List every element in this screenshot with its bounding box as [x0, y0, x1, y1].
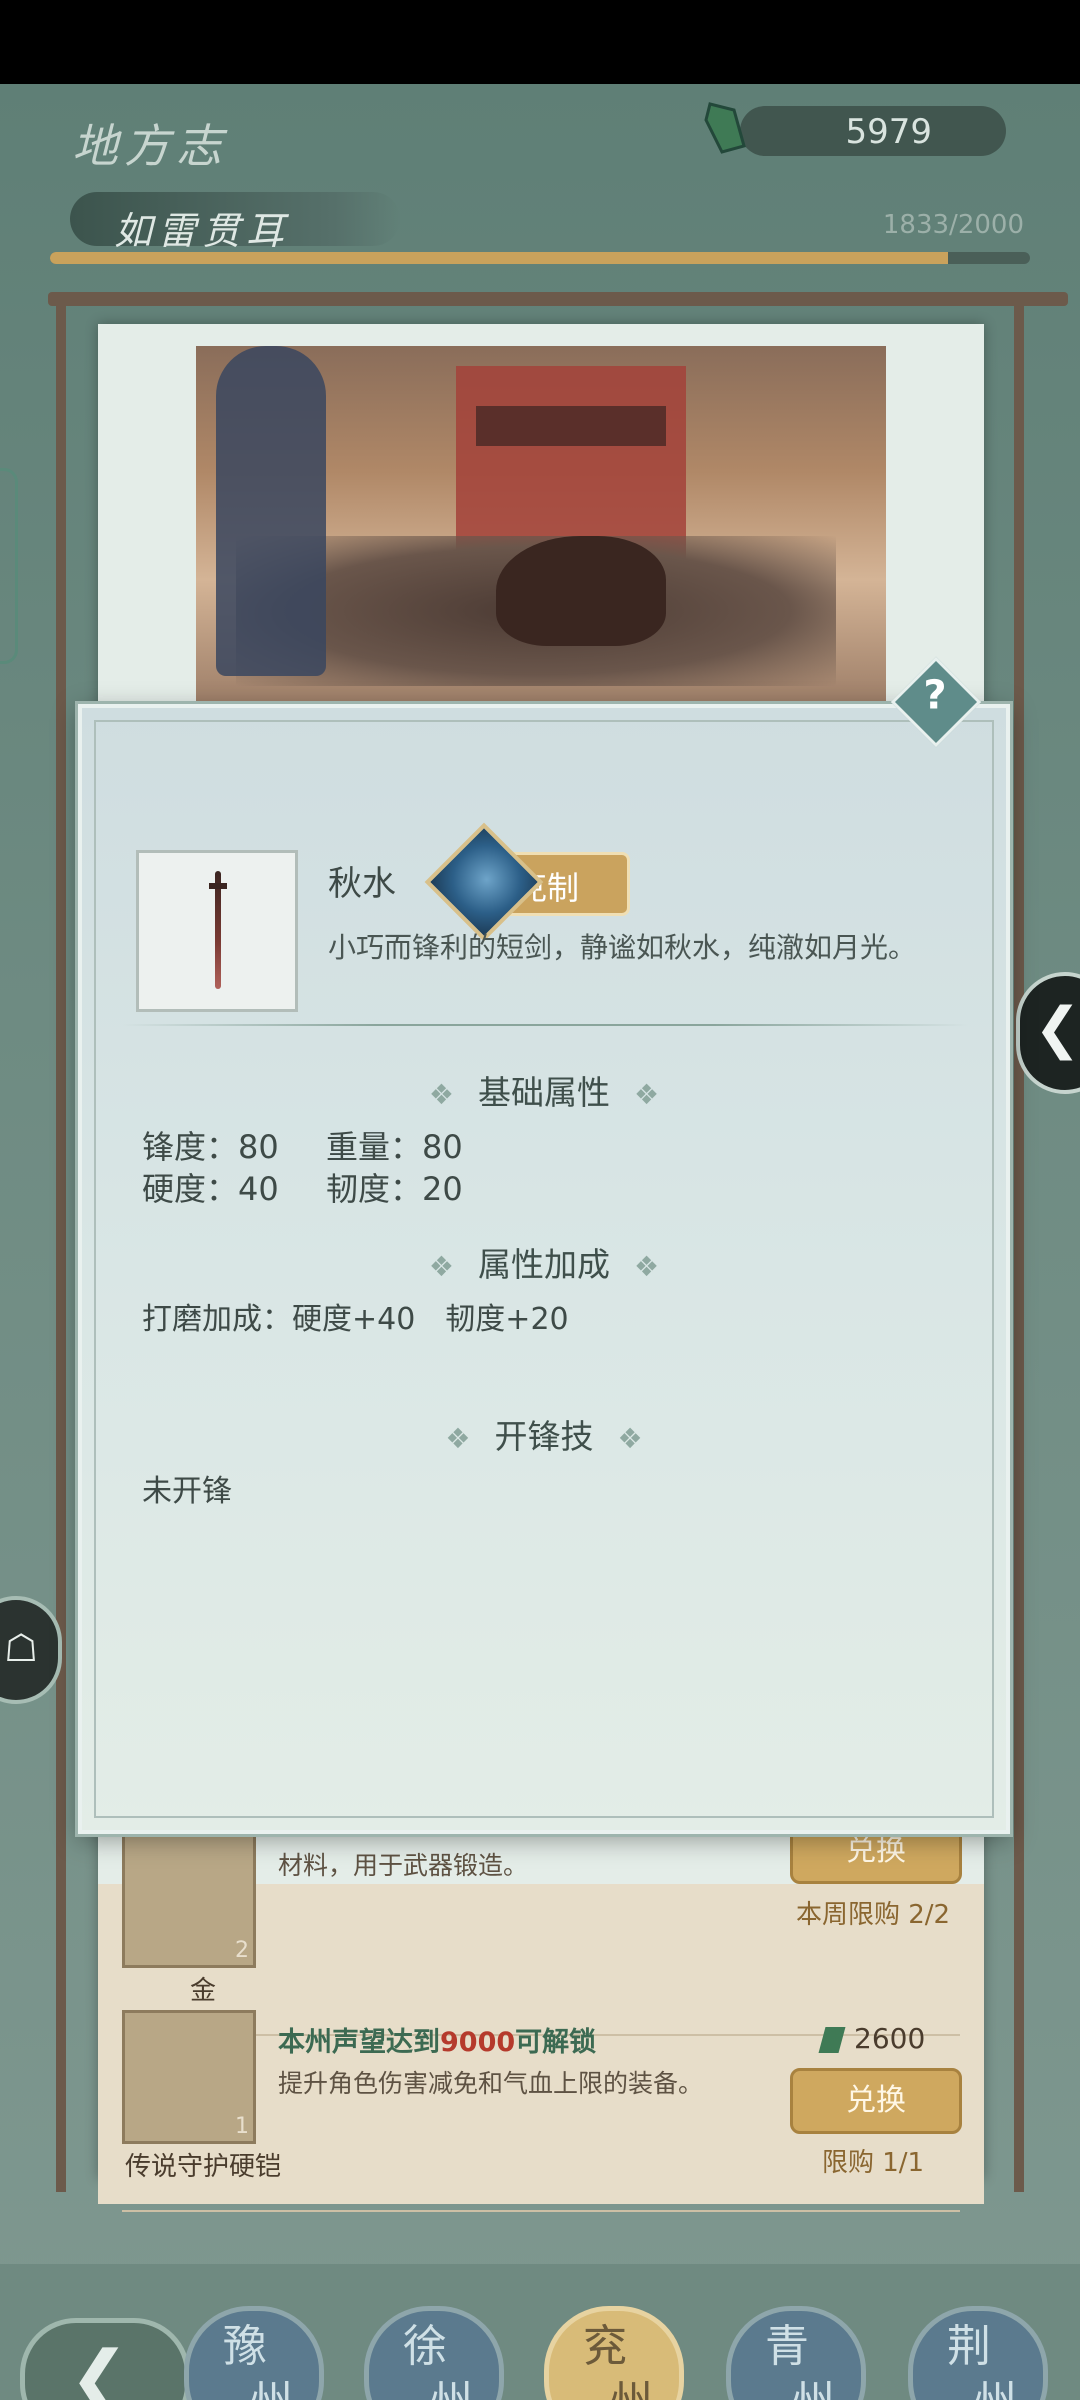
stat-weight: 重量：80 [326, 1128, 463, 1166]
divider [122, 1024, 968, 1026]
ornament-icon: ❖ [445, 1422, 471, 1455]
status-bar [0, 0, 1080, 84]
skill-text: 未开锋 [142, 1474, 232, 1509]
stat-hardness: 硬度：40 [142, 1170, 279, 1208]
item-description: 小巧而锋利的短剑，静谧如秋水，纯澈如月光。 [328, 931, 917, 964]
section-attribute-bonus: ❖ 属性加成 ❖ [82, 1238, 1006, 1286]
item-detail-modal: ? 秋水 克制 小巧而锋利的短剑，静谧如秋水，纯澈如月光。 ❖ 基础属性 ❖ 锋度：… [78, 656, 1010, 1834]
ornament-icon: ❖ [428, 1250, 454, 1283]
stat-toughness: 韧度：20 [326, 1170, 463, 1208]
section-basic-attributes: ❖ 基础属性 ❖ [82, 1066, 1006, 1114]
ornament-icon: ❖ [617, 1422, 643, 1455]
stat-sharpness: 锋度：80 [142, 1128, 279, 1166]
item-title: 秋水 [328, 864, 396, 904]
question-icon: ? [923, 672, 947, 719]
bonus-text: 打磨加成：硬度+40 韧度+20 [142, 1302, 569, 1337]
sword-guard [209, 883, 227, 889]
ornament-icon: ❖ [634, 1078, 660, 1111]
section-title: 属性加成 [478, 1245, 610, 1284]
ornament-icon: ❖ [428, 1078, 454, 1111]
section-title: 基础属性 [478, 1073, 610, 1112]
section-title: 开锋技 [494, 1417, 594, 1456]
counter-badge[interactable]: 克制 [424, 822, 630, 942]
section-sharpen-skill: ❖ 开锋技 ❖ [82, 1410, 1006, 1458]
ornament-icon: ❖ [634, 1250, 660, 1283]
screen: 地方志 5979 如雷贯耳 1833/2000 2 金 材料，用于武器锻造。 兑… [0, 84, 1080, 2400]
item-image [136, 850, 298, 1012]
